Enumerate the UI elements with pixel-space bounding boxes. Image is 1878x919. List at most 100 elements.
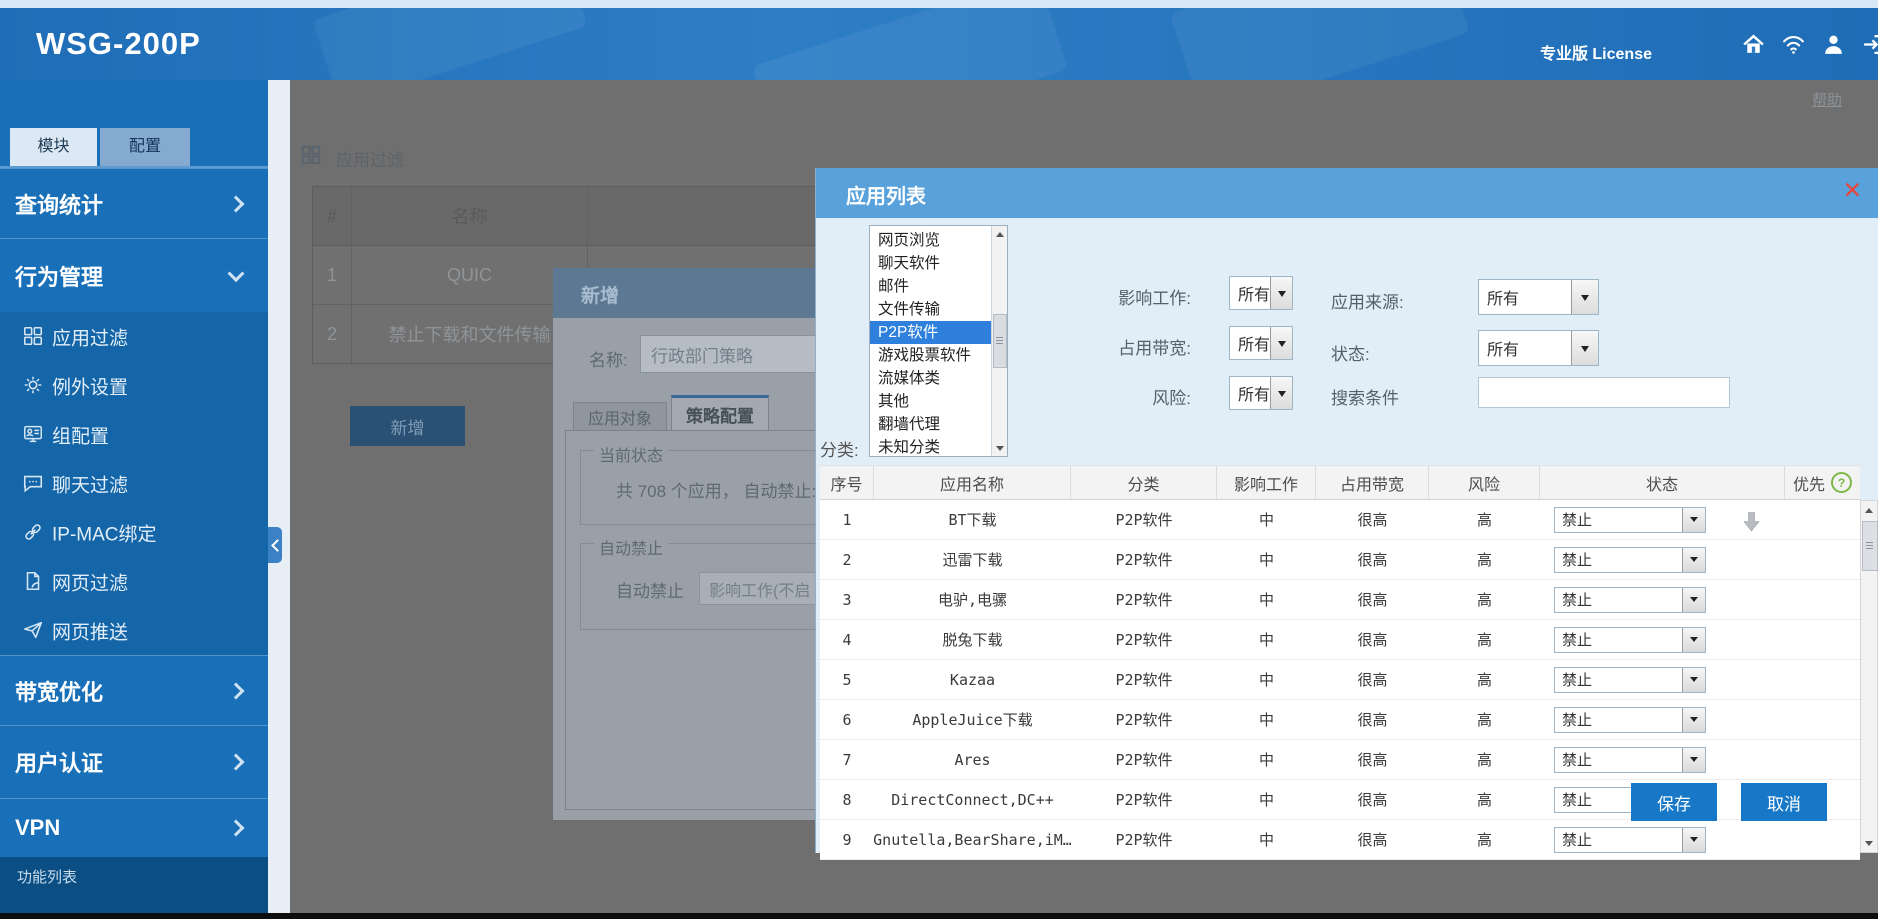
save-button[interactable]: 保存 — [1631, 783, 1717, 821]
dropdown-button[interactable] — [1682, 628, 1705, 652]
status-select[interactable]: 禁止 — [1554, 747, 1706, 773]
grid-icon — [300, 144, 322, 171]
close-icon[interactable]: ✕ — [1843, 179, 1862, 202]
cell-name: 脱兔下载 — [874, 629, 1071, 650]
header-icon-bar — [1741, 32, 1878, 57]
status-filter-select[interactable]: 所有 — [1478, 330, 1599, 366]
category-items: 网页浏览 聊天软件 邮件 文件传输 P2P软件 游戏股票软件 流媒体类 其他 翻… — [870, 229, 992, 457]
table-row[interactable]: 2 迅雷下载 P2P软件 中 很高 高 禁止 — [820, 540, 1860, 580]
tab-app-objects[interactable]: 应用对象 — [573, 402, 667, 431]
dropdown-button[interactable] — [1682, 828, 1705, 852]
dropdown-button[interactable] — [1682, 588, 1705, 612]
scrollbar-thumb[interactable] — [993, 314, 1007, 368]
list-item[interactable]: 未知分类 — [870, 436, 992, 457]
help-icon[interactable]: ? — [1831, 472, 1852, 493]
help-link[interactable]: 帮助 — [1812, 89, 1842, 110]
sidebar-item-app-filter[interactable]: 应用过滤 — [0, 312, 268, 361]
search-input[interactable] — [1478, 377, 1730, 408]
list-item[interactable]: 邮件 — [870, 275, 992, 298]
table-scrollbar[interactable] — [1860, 500, 1878, 853]
table-row[interactable]: 7 Ares P2P软件 中 很高 高 禁止 — [820, 740, 1860, 780]
tab-config[interactable]: 配置 — [100, 128, 190, 166]
table-row[interactable]: 9 Gnutella,BearShare,iM… P2P软件 中 很高 高 禁止 — [820, 820, 1860, 860]
dropdown-button[interactable] — [1270, 327, 1292, 359]
sidebar: 模块 配置 查询统计 行为管理 应用过滤 例外设置 组配置 — [0, 80, 268, 913]
sidebar-footer-function-list[interactable]: 功能列表 — [0, 857, 268, 913]
status-select[interactable]: 禁止 — [1554, 507, 1706, 533]
cell-impact: 中 — [1217, 669, 1316, 690]
list-item[interactable]: 游戏股票软件 — [870, 344, 992, 367]
tab-policy-config[interactable]: 策略配置 — [671, 395, 769, 431]
list-item[interactable]: 聊天软件 — [870, 252, 992, 275]
dropdown-button[interactable] — [1270, 277, 1292, 309]
column-header-label: 优先 — [1793, 471, 1825, 495]
impact-filter-select[interactable]: 所有 — [1229, 276, 1293, 310]
status-select[interactable]: 禁止 — [1554, 667, 1706, 693]
page-icon — [22, 570, 44, 597]
home-icon[interactable] — [1741, 32, 1766, 57]
sidebar-item-chat-filter[interactable]: 聊天过滤 — [0, 459, 268, 508]
dropdown-button[interactable] — [1571, 280, 1598, 314]
name-label: 名称: — [589, 346, 628, 371]
impact-filter-label: 影响工作: — [1036, 284, 1191, 309]
priority-down-arrow-icon[interactable] — [1742, 511, 1761, 538]
list-item[interactable]: 文件传输 — [870, 298, 992, 321]
table-row[interactable]: 5 Kazaa P2P软件 中 很高 高 禁止 — [820, 660, 1860, 700]
risk-filter-select[interactable]: 所有 — [1229, 376, 1293, 410]
scroll-up-button[interactable] — [1861, 501, 1877, 517]
wifi-icon[interactable] — [1781, 32, 1806, 57]
logout-icon[interactable] — [1861, 32, 1878, 57]
scrollbar-thumb[interactable] — [1862, 521, 1878, 571]
category-label: 分类: — [820, 436, 859, 461]
category-listbox[interactable]: 网页浏览 聊天软件 邮件 文件传输 P2P软件 游戏股票软件 流媒体类 其他 翻… — [869, 225, 1008, 457]
add-policy-button[interactable]: 新增 — [350, 406, 465, 446]
scroll-up-button[interactable] — [992, 226, 1007, 240]
dropdown-button[interactable] — [1682, 548, 1705, 572]
sidebar-item-behavior-mgmt[interactable]: 行为管理 — [0, 238, 268, 312]
list-item[interactable]: 其他 — [870, 390, 992, 413]
dropdown-button[interactable] — [1682, 508, 1705, 532]
dropdown-button[interactable] — [1571, 331, 1598, 365]
dropdown-button[interactable] — [1270, 377, 1292, 409]
status-select[interactable]: 禁止 — [1554, 587, 1706, 613]
cell-impact: 中 — [1217, 509, 1316, 530]
status-select[interactable]: 禁止 — [1554, 827, 1706, 853]
tab-modules[interactable]: 模块 — [10, 128, 97, 166]
cell-risk: 高 — [1429, 749, 1540, 770]
dropdown-button[interactable] — [1682, 708, 1705, 732]
source-filter-select[interactable]: 所有 — [1478, 279, 1599, 315]
dropdown-button[interactable] — [1682, 668, 1705, 692]
sidebar-item-bandwidth[interactable]: 带宽优化 — [0, 655, 268, 725]
header-decoration — [1170, 8, 1470, 80]
sidebar-item-query-stats[interactable]: 查询统计 — [0, 168, 268, 238]
scroll-down-button[interactable] — [1861, 836, 1877, 852]
sidebar-item-ip-mac-binding[interactable]: IP-MAC绑定 — [0, 508, 268, 557]
bandwidth-filter-select[interactable]: 所有 — [1229, 326, 1293, 360]
table-row[interactable]: 3 电驴,电骡 P2P软件 中 很高 高 禁止 — [820, 580, 1860, 620]
table-row[interactable]: 6 AppleJuice下载 P2P软件 中 很高 高 禁止 — [820, 700, 1860, 740]
sidebar-item-user-auth[interactable]: 用户认证 — [0, 725, 268, 798]
sidebar-item-exceptions[interactable]: 例外设置 — [0, 361, 268, 410]
list-item-selected[interactable]: P2P软件 — [870, 321, 992, 344]
cell-risk: 高 — [1429, 709, 1540, 730]
cancel-button[interactable]: 取消 — [1741, 783, 1827, 821]
scroll-down-button[interactable] — [992, 442, 1007, 456]
select-value: 所有 — [1479, 331, 1571, 365]
table-row[interactable]: 1 BT下载 P2P软件 中 很高 高 禁止 — [820, 500, 1860, 540]
list-item[interactable]: 翻墙代理 — [870, 413, 992, 436]
dropdown-button[interactable] — [1682, 748, 1705, 772]
listbox-scrollbar[interactable] — [991, 226, 1007, 456]
status-select[interactable]: 禁止 — [1554, 547, 1706, 573]
sidebar-item-web-filter[interactable]: 网页过滤 — [0, 557, 268, 606]
list-item[interactable]: 流媒体类 — [870, 367, 992, 390]
chevron-right-icon — [228, 195, 245, 212]
status-select[interactable]: 禁止 — [1554, 627, 1706, 653]
table-row[interactable]: 4 脱兔下载 P2P软件 中 很高 高 禁止 — [820, 620, 1860, 660]
user-icon[interactable] — [1821, 32, 1846, 57]
sidebar-collapse-handle[interactable] — [268, 527, 282, 563]
sidebar-item-web-push[interactable]: 网页推送 — [0, 606, 268, 655]
status-select[interactable]: 禁止 — [1554, 707, 1706, 733]
sidebar-item-group-config[interactable]: 组配置 — [0, 410, 268, 459]
list-item[interactable]: 网页浏览 — [870, 229, 992, 252]
sidebar-item-vpn[interactable]: VPN — [0, 798, 268, 857]
